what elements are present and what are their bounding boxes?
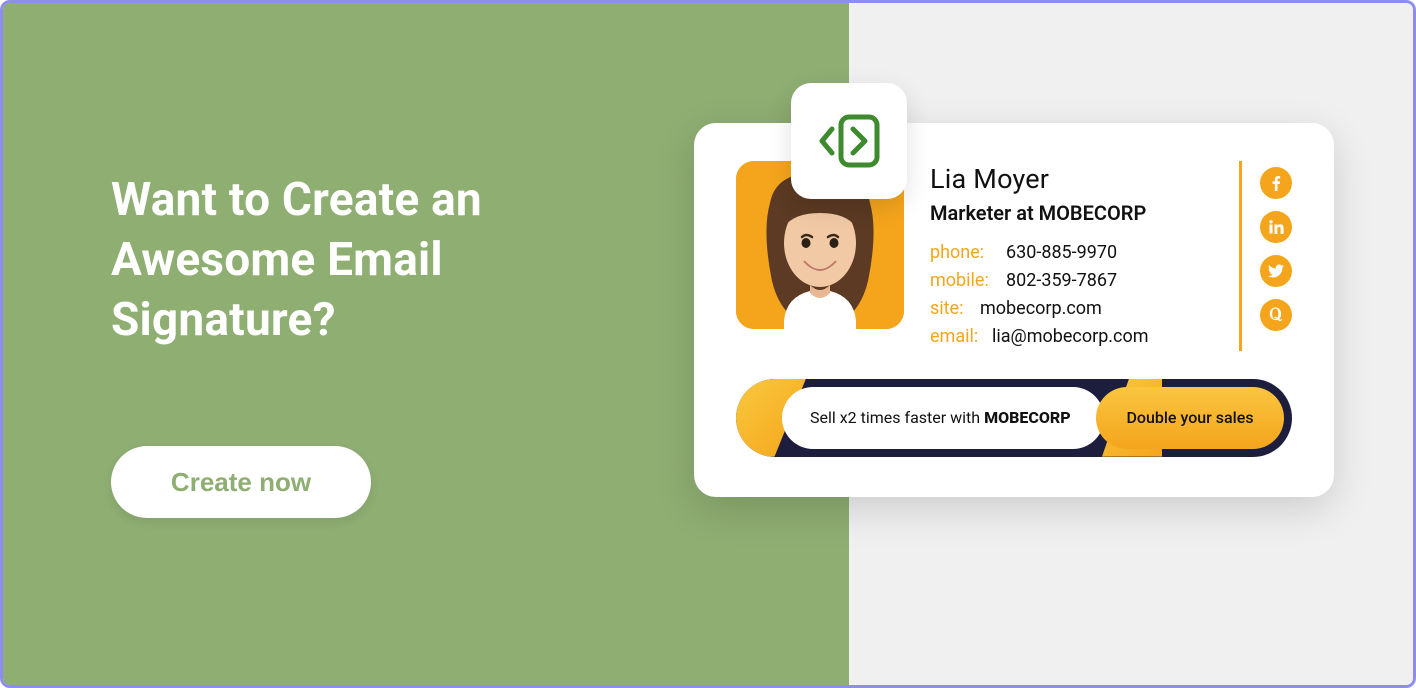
contact-email: email: lia@mobecorp.com — [930, 323, 1213, 351]
double-sales-button[interactable]: Double your sales — [1096, 387, 1284, 449]
contact-list: phone: 630-885-9970 mobile: 802-359-7867… — [930, 239, 1213, 351]
site-label: site: — [930, 295, 978, 323]
contact-site: site: mobecorp.com — [930, 295, 1213, 323]
linkedin-icon[interactable] — [1260, 211, 1292, 243]
right-panel: Lia Moyer Marketer at MOBECORP phone: 63… — [849, 3, 1413, 685]
signature-title: Marketer at MOBECORP — [930, 201, 1213, 225]
email-label: email: — [930, 323, 990, 351]
banner-text-prefix: Sell x2 times faster with — [810, 408, 984, 427]
banner-message: Sell x2 times faster with MOBECORP — [782, 387, 1104, 449]
contact-phone: phone: 630-885-9970 — [930, 239, 1213, 267]
mobile-label: mobile: — [930, 267, 1004, 295]
facebook-icon[interactable] — [1260, 167, 1292, 199]
phone-value: 630-885-9970 — [1006, 239, 1117, 267]
quora-icon[interactable] — [1260, 299, 1292, 331]
code-snippet-icon — [791, 83, 907, 199]
twitter-icon[interactable] — [1260, 255, 1292, 287]
create-now-button[interactable]: Create now — [111, 446, 371, 518]
promo-headline: Want to Create an Awesome Email Signatur… — [111, 171, 591, 350]
email-signature-card: Lia Moyer Marketer at MOBECORP phone: 63… — [694, 123, 1334, 497]
contact-mobile: mobile: 802-359-7867 — [930, 267, 1213, 295]
promo-banner: Sell x2 times faster with MOBECORP Doubl… — [736, 379, 1292, 457]
banner-text: Sell x2 times faster with MOBECORP — [810, 408, 1071, 427]
banner-text-bold: MOBECORP — [984, 408, 1071, 427]
promo-frame: Want to Create an Awesome Email Signatur… — [0, 0, 1416, 688]
site-value: mobecorp.com — [980, 295, 1102, 323]
signature-info: Lia Moyer Marketer at MOBECORP phone: 63… — [930, 161, 1213, 351]
mobile-value: 802-359-7867 — [1006, 267, 1117, 295]
phone-label: phone: — [930, 239, 1004, 267]
signature-name: Lia Moyer — [930, 163, 1213, 195]
email-value: lia@mobecorp.com — [992, 323, 1149, 351]
social-column — [1239, 161, 1292, 351]
